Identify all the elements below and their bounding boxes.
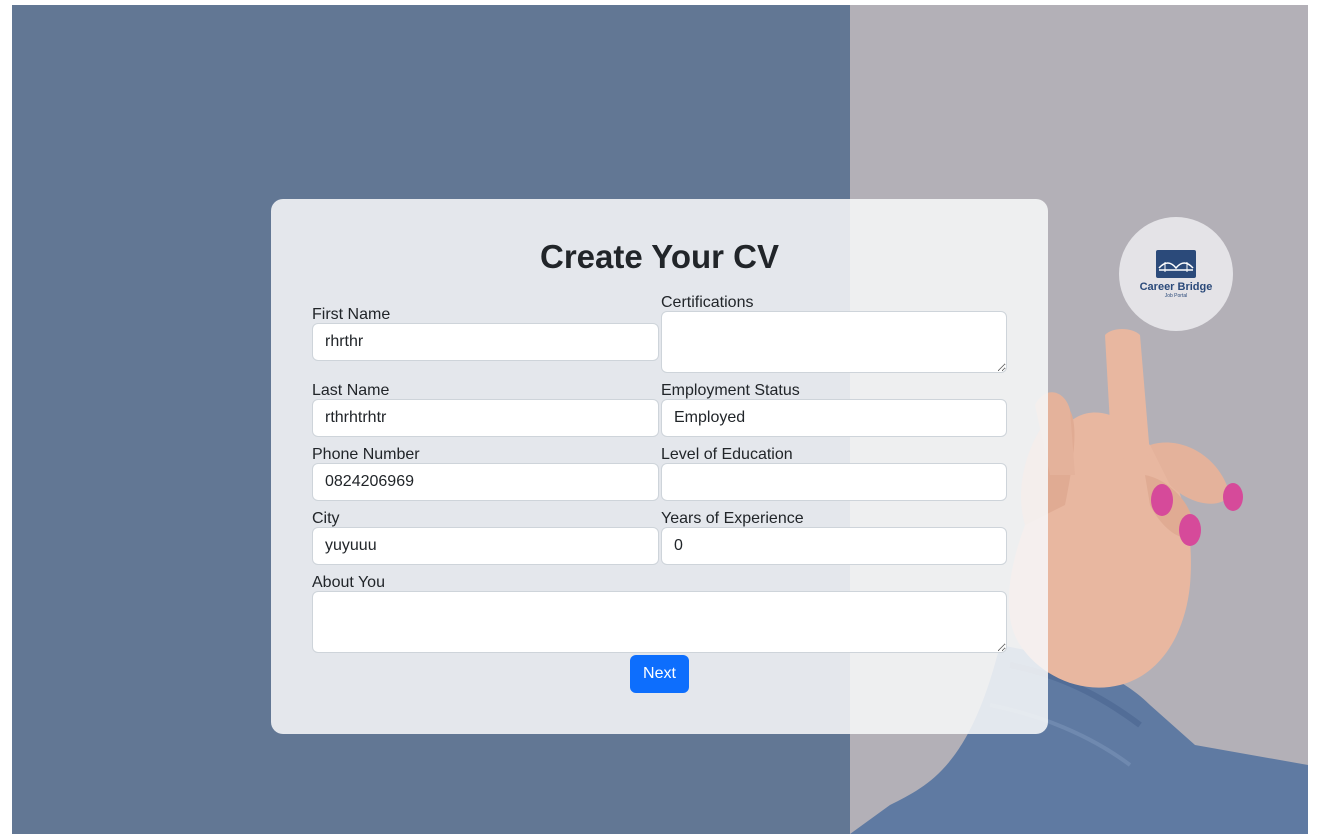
page-title: Create Your CV [539,238,780,275]
about-you-textarea[interactable] [312,591,1007,653]
experience-label: Years of Experience [661,510,804,527]
city-input[interactable] [312,527,659,565]
last-name-label: Last Name [312,382,390,399]
page-background: Career Bridge Job Portal Create Your CV … [12,5,1308,834]
education-label: Level of Education [661,446,793,463]
about-you-label: About You [312,574,385,591]
city-label: City [312,510,340,527]
last-name-input[interactable] [312,399,659,437]
first-name-input[interactable] [312,323,659,361]
employment-status-label: Employment Status [661,382,800,399]
certifications-label: Certifications [661,294,754,311]
education-input[interactable] [661,463,1007,501]
logo-name: Career Bridge [1139,280,1213,293]
certifications-textarea[interactable] [661,311,1007,373]
experience-input[interactable] [661,527,1007,565]
logo-tagline: Job Portal [1164,292,1188,299]
first-name-label: First Name [312,306,391,323]
phone-number-input[interactable] [312,463,659,501]
bridge-icon [1156,249,1196,278]
phone-number-label: Phone Number [312,446,420,463]
next-button[interactable]: Next [630,655,689,693]
logo-badge: Career Bridge Job Portal [1119,217,1233,331]
cv-form-card: Create Your CV First Name Certifications… [271,199,1048,734]
employment-status-input[interactable] [661,399,1007,437]
